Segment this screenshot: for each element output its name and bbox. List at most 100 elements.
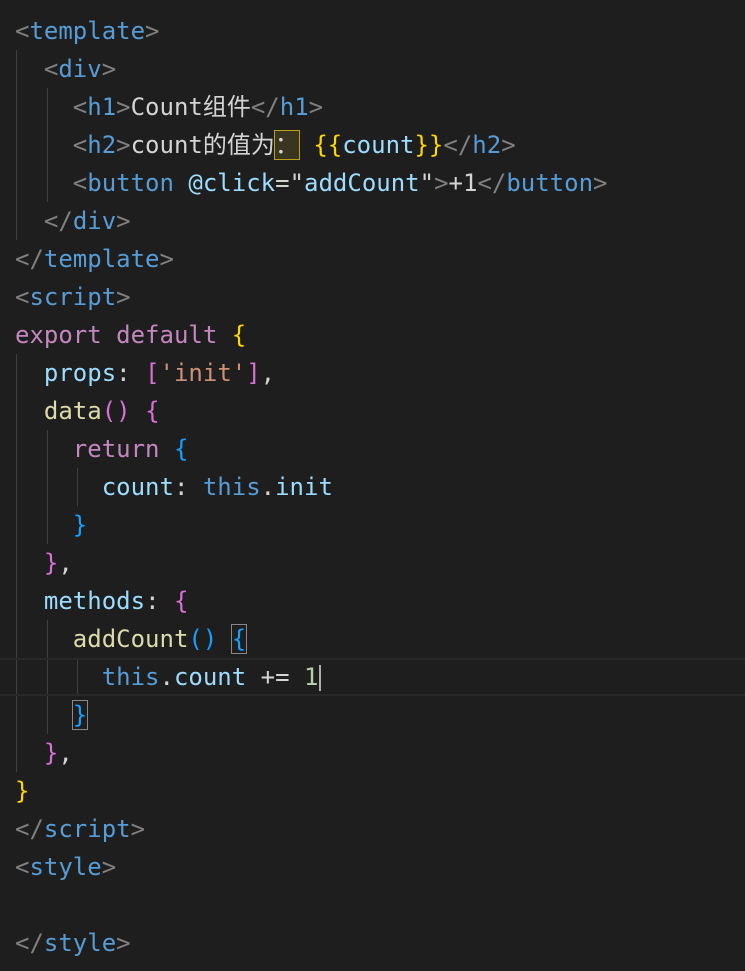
code-token: > xyxy=(159,245,174,273)
code-line[interactable]: <script> xyxy=(15,278,131,316)
code-token: { xyxy=(145,397,160,425)
code-token: </ xyxy=(443,131,473,159)
code-token: count xyxy=(101,473,174,501)
code-token: div xyxy=(72,207,117,235)
code-token: ] xyxy=(246,359,261,387)
code-token: addCount xyxy=(72,625,189,653)
code-line[interactable]: } xyxy=(15,506,87,544)
code-token: </ xyxy=(43,207,73,235)
code-line[interactable]: <template> xyxy=(15,12,160,50)
code-line[interactable]: }, xyxy=(15,734,73,772)
code-line[interactable]: } xyxy=(15,696,89,734)
code-token: : xyxy=(173,473,203,501)
code-line[interactable]: data() { xyxy=(15,392,160,430)
code-token: [ xyxy=(145,359,160,387)
code-token: () xyxy=(101,397,131,425)
code-token: > xyxy=(308,93,324,121)
code-token: Count组件 xyxy=(130,93,251,121)
code-token: > xyxy=(434,169,449,197)
code-line[interactable]: } xyxy=(15,772,29,810)
code-line[interactable]: methods: { xyxy=(15,582,189,620)
code-line[interactable]: <h2>count的值为： {{count}}</h2> xyxy=(15,126,516,164)
code-line[interactable]: </div> xyxy=(15,202,131,240)
code-token: > xyxy=(116,93,131,121)
code-token: h2 xyxy=(87,131,117,159)
code-token: script xyxy=(29,283,117,311)
code-token: : xyxy=(116,359,146,387)
code-token: > xyxy=(101,853,117,881)
code-token: { xyxy=(230,624,248,654)
code-token: < xyxy=(15,283,30,311)
code-line[interactable]: export default { xyxy=(15,316,246,354)
code-token: = xyxy=(275,169,290,197)
code-token: addCount xyxy=(304,169,420,197)
code-token: , xyxy=(260,359,276,387)
code-line[interactable]: </style> xyxy=(15,924,131,962)
code-token: : xyxy=(145,587,174,615)
code-line[interactable]: }, xyxy=(15,544,73,582)
code-editor[interactable]: <template> <div> <h1>Count组件</h1> <h2>co… xyxy=(0,0,745,971)
code-token: > xyxy=(116,207,131,235)
code-token: , xyxy=(58,739,73,767)
code-token: props xyxy=(43,359,117,387)
code-token: return xyxy=(72,435,160,463)
code-token: } xyxy=(43,739,59,767)
text-cursor xyxy=(319,665,322,691)
code-token: , xyxy=(58,549,73,577)
code-token: < xyxy=(15,17,30,45)
code-token: } xyxy=(72,511,88,539)
code-token: template xyxy=(29,17,146,45)
code-line[interactable]: <div> xyxy=(15,50,116,88)
code-token: div xyxy=(58,55,102,83)
code-token: < xyxy=(72,93,88,121)
code-token: style xyxy=(29,853,102,881)
code-token: > xyxy=(501,131,516,159)
code-token: } xyxy=(71,700,89,730)
code-token: < xyxy=(43,55,59,83)
code-token: </ xyxy=(15,245,44,273)
code-token: > xyxy=(130,815,146,843)
code-token: {{ xyxy=(313,131,343,159)
code-token: > xyxy=(116,929,131,957)
code-token: " xyxy=(419,169,435,197)
code-token: button xyxy=(87,169,174,197)
code-token: > xyxy=(593,169,608,197)
code-token: export xyxy=(15,321,102,349)
code-line[interactable]: <style> xyxy=(15,848,116,886)
code-token: default xyxy=(116,321,218,349)
code-token: </ xyxy=(477,169,507,197)
code-token: > xyxy=(101,55,117,83)
code-line[interactable]: <h1>Count组件</h1> xyxy=(15,88,323,126)
code-token: template xyxy=(43,245,160,273)
code-line[interactable]: count: this.init xyxy=(15,468,333,506)
code-token: script xyxy=(43,815,131,843)
code-token: count xyxy=(173,663,247,691)
code-token: h2 xyxy=(472,131,502,159)
code-token: } xyxy=(43,549,59,577)
code-line[interactable]: this.count += 1 xyxy=(0,658,745,696)
code-line[interactable]: </script> xyxy=(15,810,145,848)
code-line[interactable]: </template> xyxy=(15,240,174,278)
code-token: @click xyxy=(188,169,276,197)
code-line[interactable]: return { xyxy=(15,430,189,468)
code-line[interactable]: addCount() { xyxy=(15,620,248,658)
code-token: < xyxy=(15,853,30,881)
code-token: ： xyxy=(273,130,300,160)
code-token: > xyxy=(116,283,131,311)
code-line[interactable]: props: ['init'], xyxy=(15,354,275,392)
code-line[interactable]: <button @click="addCount">+1</button> xyxy=(15,164,608,202)
